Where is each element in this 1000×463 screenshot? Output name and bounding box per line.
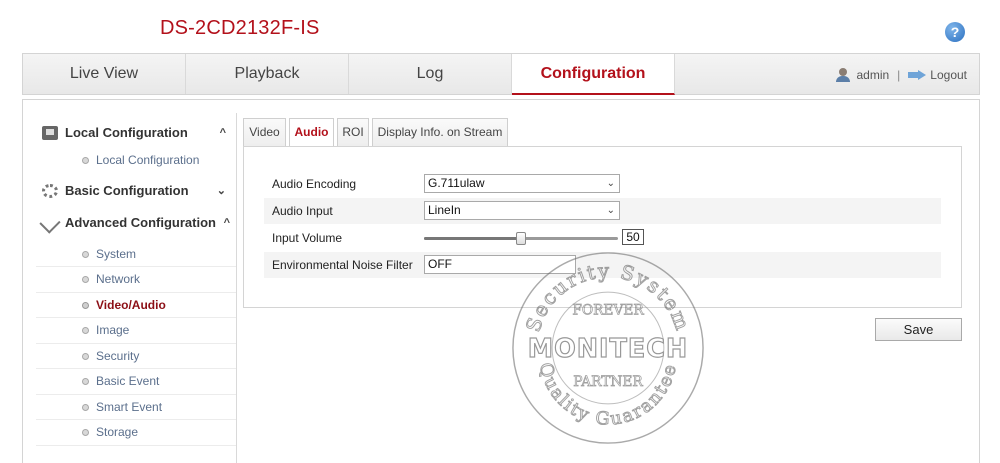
user-separator: | [897,67,901,82]
sidebar-item-image[interactable]: Image [36,318,236,344]
input-volume-handle[interactable] [516,232,526,245]
computer-icon [42,126,58,140]
user-area: admin | Logout [836,54,967,94]
sidebar-item-label: Security [96,348,140,363]
row-input-volume: Input Volume 50 [264,225,941,251]
row-audio-input: Audio Input LineIn ⌄ [264,198,941,224]
audio-settings-form: Audio Encoding G.711ulaw ⌄ Audio Input L… [243,146,962,308]
tab-video[interactable]: Video [243,118,286,146]
top-navigation-bar: Live View Playback Log Configuration adm… [22,53,980,95]
chevron-up-icon[interactable]: ^ [220,118,226,148]
sidebar-item-label: System [96,246,137,261]
noise-filter-label: Environmental Noise Filter [272,258,413,272]
sidebar-section-local-configuration[interactable]: Local Configuration ^ [36,118,236,148]
wrench-icon [39,211,61,234]
audio-encoding-select[interactable]: G.711ulaw ⌄ [424,174,620,193]
bullet-icon [82,301,89,309]
chevron-down-icon: ⌄ [606,205,615,216]
device-model-title: DS-2CD2132F-IS [160,17,320,39]
sidebar-item-label: Network [96,272,141,286]
nav-tab-live-view[interactable]: Live View [23,54,186,94]
logout-icon[interactable] [908,69,927,80]
input-volume-slider[interactable] [424,232,618,245]
sidebar-divider [236,113,237,463]
tab-audio[interactable]: Audio [289,118,334,147]
audio-encoding-label: Audio Encoding [272,177,357,191]
bullet-icon [82,250,89,258]
sidebar-item-label: Image [96,323,130,337]
logout-link[interactable]: Logout [930,68,967,82]
sidebar-item-security[interactable]: Security [36,344,236,369]
bullet-icon [82,157,89,164]
sidebar-item-label: Video/Audio [96,297,166,312]
sidebar-item-system[interactable]: System [36,242,236,267]
username-link[interactable]: admin [856,68,889,82]
bullet-icon [82,429,89,436]
nav-tab-log[interactable]: Log [349,54,512,94]
sidebar: Local Configuration ^ Local Configuratio… [36,118,236,446]
sidebar-item-label: Smart Event [96,399,163,414]
bullet-icon [82,352,89,360]
nav-tab-configuration[interactable]: Configuration [512,54,675,95]
help-icon[interactable]: ? [945,22,965,42]
audio-input-label: Audio Input [272,204,333,218]
audio-input-value: LineIn [428,203,461,217]
save-button[interactable]: Save [875,318,962,341]
sidebar-item-network[interactable]: Network [36,267,236,293]
sidebar-section-label: Local Configuration [65,125,188,140]
row-audio-encoding: Audio Encoding G.711ulaw ⌄ [264,171,941,197]
noise-filter-value: OFF [428,257,452,271]
sidebar-item-label: Local Configuration [96,153,200,167]
audio-input-select[interactable]: LineIn ⌄ [424,201,620,220]
tab-display-info-on-stream[interactable]: Display Info. on Stream [372,118,508,146]
sidebar-item-video-audio[interactable]: Video/Audio [36,293,236,318]
bullet-icon [82,403,89,411]
sidebar-section-advanced-configuration[interactable]: Advanced Configuration ^ [36,208,236,238]
chevron-up-icon[interactable]: ^ [224,208,230,238]
sidebar-item-storage[interactable]: Storage [36,420,236,446]
input-volume-value[interactable]: 50 [622,229,644,245]
sidebar-item-smart-event[interactable]: Smart Event [36,395,236,420]
input-volume-label: Input Volume [272,231,343,245]
sidebar-section-basic-configuration[interactable]: Basic Configuration ⌄ [36,176,236,206]
sidebar-item-label: Storage [96,425,139,439]
bullet-icon [82,327,89,334]
sidebar-section-label: Advanced Configuration [65,214,216,230]
sidebar-section-label: Basic Configuration [65,182,189,198]
bullet-icon [82,276,89,283]
bullet-icon [82,378,89,385]
input-volume-fill [424,237,521,240]
audio-encoding-value: G.711ulaw [428,176,485,190]
tab-roi[interactable]: ROI [337,118,369,146]
noise-filter-select[interactable]: OFF [424,255,576,274]
nav-tab-playback[interactable]: Playback [186,54,349,94]
user-icon [836,67,851,82]
gear-icon [42,183,58,198]
row-noise-filter: Environmental Noise Filter OFF [264,252,941,278]
chevron-down-icon[interactable]: ⌄ [217,176,226,206]
sidebar-item-local-configuration[interactable]: Local Configuration [36,148,236,174]
sidebar-item-basic-event[interactable]: Basic Event [36,369,236,395]
chevron-down-icon: ⌄ [606,178,615,189]
sidebar-item-label: Basic Event [96,374,160,388]
